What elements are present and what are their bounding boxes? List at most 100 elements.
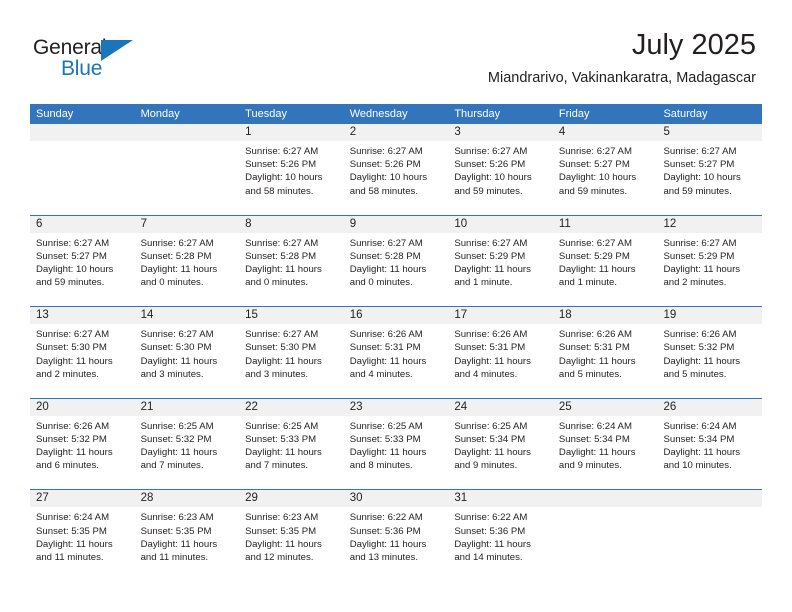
daylight-text-line1: Daylight: 10 hours bbox=[349, 172, 428, 184]
day-cell[interactable]: 24 Sunrise: 6:25 AM Sunset: 5:34 PM Dayligh… bbox=[448, 398, 553, 490]
sunrise-text: Sunrise: 6:27 AM bbox=[663, 237, 737, 249]
daylight-text-line2: and 3 minutes. bbox=[245, 368, 309, 380]
generalblue-logo: General Blue bbox=[33, 36, 163, 84]
weekday-wednesday: Wednesday bbox=[349, 108, 408, 120]
day-details: Sunrise: 6:22 AM Sunset: 5:36 PM Daylight:… bbox=[448, 507, 553, 564]
day-number: 23 bbox=[343, 398, 449, 416]
day-cell[interactable]: 15 Sunrise: 6:27 AM Sunset: 5:30 PM Dayligh… bbox=[239, 307, 344, 398]
day-number: 31 bbox=[448, 490, 553, 508]
day-cell[interactable]: 23 Sunrise: 6:25 AM Sunset: 5:33 PM Dayligh… bbox=[343, 398, 449, 490]
calendar-grid: Sunday Monday Tuesday Wednesday Thursday… bbox=[30, 104, 763, 582]
day-cell[interactable]: 10 Sunrise: 6:27 AM Sunset: 5:29 PM Dayligh… bbox=[448, 215, 553, 307]
daylight-text-line1: Daylight: 11 hours bbox=[349, 447, 427, 459]
day-details: Sunrise: 6:27 AM Sunset: 5:27 PM Daylight:… bbox=[30, 233, 135, 290]
sunrise-text: Sunrise: 6:27 AM bbox=[140, 329, 214, 341]
day-cell[interactable]: 18 Sunrise: 6:26 AM Sunset: 5:31 PM Dayligh… bbox=[552, 307, 658, 398]
day-number: 18 bbox=[552, 307, 658, 325]
daylight-text-line1: Daylight: 11 hours bbox=[663, 447, 741, 459]
day-details: Sunrise: 6:26 AM Sunset: 5:32 PM Daylight:… bbox=[657, 324, 762, 381]
sunrise-text: Sunrise: 6:22 AM bbox=[349, 512, 423, 524]
sunset-text: Sunset: 5:26 PM bbox=[454, 159, 526, 171]
sunrise-text: Sunrise: 6:27 AM bbox=[140, 237, 214, 249]
day-details: Sunrise: 6:23 AM Sunset: 5:35 PM Daylight:… bbox=[239, 507, 344, 564]
day-details: Sunrise: 6:27 AM Sunset: 5:28 PM Daylight:… bbox=[135, 233, 240, 290]
day-cell[interactable]: 20 Sunrise: 6:26 AM Sunset: 5:32 PM Dayligh… bbox=[30, 398, 135, 490]
sunset-text: Sunset: 5:36 PM bbox=[454, 525, 526, 537]
sunset-text: Sunset: 5:29 PM bbox=[558, 250, 630, 262]
day-details: Sunrise: 6:24 AM Sunset: 5:34 PM Daylight:… bbox=[553, 416, 658, 473]
day-cell[interactable]: 4 Sunrise: 6:27 AM Sunset: 5:27 PM Daylight… bbox=[552, 124, 658, 215]
day-number: 28 bbox=[134, 490, 240, 508]
day-cell[interactable]: 22 Sunrise: 6:25 AM Sunset: 5:33 PM Dayligh… bbox=[239, 398, 344, 490]
title-block: July 2025 Miandrarivo, Vakinankaratra, M… bbox=[488, 28, 756, 88]
logo-text-blue: Blue bbox=[61, 57, 103, 80]
day-number: 15 bbox=[239, 307, 344, 325]
day-cell[interactable]: 28 Sunrise: 6:23 AM Sunset: 5:35 PM Dayligh… bbox=[134, 490, 240, 582]
day-cell[interactable]: 1 Sunrise: 6:27 AM Sunset: 5:26 PM Daylight… bbox=[239, 124, 344, 215]
daylight-text-line2: and 3 minutes. bbox=[140, 368, 204, 380]
sunset-text: Sunset: 5:28 PM bbox=[140, 250, 212, 262]
daylight-text-line1: Daylight: 11 hours bbox=[140, 355, 218, 367]
day-cell[interactable]: 6 Sunrise: 6:27 AM Sunset: 5:27 PM Daylight… bbox=[30, 215, 135, 307]
day-number: 8 bbox=[239, 215, 344, 233]
sunrise-text: Sunrise: 6:26 AM bbox=[36, 420, 110, 432]
sunrise-text: Sunrise: 6:27 AM bbox=[663, 146, 737, 157]
daylight-text-line1: Daylight: 11 hours bbox=[245, 447, 322, 459]
day-details: Sunrise: 6:27 AM Sunset: 5:26 PM Daylight:… bbox=[344, 141, 449, 198]
day-number: 4 bbox=[552, 124, 658, 141]
day-cell[interactable]: 21 Sunrise: 6:25 AM Sunset: 5:32 PM Dayligh… bbox=[134, 398, 240, 490]
day-cell[interactable]: 19 Sunrise: 6:26 AM Sunset: 5:32 PM Dayligh… bbox=[657, 307, 763, 398]
day-cell[interactable]: 14 Sunrise: 6:27 AM Sunset: 5:30 PM Dayligh… bbox=[134, 307, 240, 398]
day-number bbox=[657, 490, 763, 508]
day-cell[interactable]: 7 Sunrise: 6:27 AM Sunset: 5:28 PM Daylight… bbox=[134, 215, 240, 307]
weekday-friday: Friday bbox=[558, 108, 590, 120]
sunset-text: Sunset: 5:28 PM bbox=[349, 250, 421, 262]
day-cell[interactable]: 27 Sunrise: 6:24 AM Sunset: 5:35 PM Dayligh… bbox=[30, 490, 135, 582]
sunrise-text: Sunrise: 6:24 AM bbox=[558, 420, 632, 432]
daylight-text-line1: Daylight: 11 hours bbox=[140, 447, 218, 459]
day-cell[interactable]: 25 Sunrise: 6:24 AM Sunset: 5:34 PM Dayligh… bbox=[552, 398, 658, 490]
day-cell[interactable]: 30 Sunrise: 6:22 AM Sunset: 5:36 PM Dayligh… bbox=[343, 490, 449, 582]
day-cell[interactable]: 9 Sunrise: 6:27 AM Sunset: 5:28 PM Daylight… bbox=[343, 215, 449, 307]
day-cell[interactable]: 29 Sunrise: 6:23 AM Sunset: 5:35 PM Dayligh… bbox=[239, 490, 344, 582]
day-cell[interactable]: 11 Sunrise: 6:27 AM Sunset: 5:29 PM Dayligh… bbox=[552, 215, 658, 307]
day-cell[interactable]: 31 Sunrise: 6:22 AM Sunset: 5:36 PM Dayligh… bbox=[448, 490, 553, 582]
day-cell[interactable]: 3 Sunrise: 6:27 AM Sunset: 5:26 PM Daylight… bbox=[448, 124, 553, 215]
day-cell[interactable]: 5 Sunrise: 6:27 AM Sunset: 5:27 PM Daylight… bbox=[657, 124, 763, 215]
day-cell[interactable]: 26 Sunrise: 6:24 AM Sunset: 5:34 PM Dayligh… bbox=[657, 398, 763, 490]
daylight-text-line2: and 5 minutes. bbox=[558, 368, 622, 380]
daylight-text-line2: and 8 minutes. bbox=[349, 460, 413, 472]
daylight-text-line2: and 10 minutes. bbox=[663, 460, 732, 472]
daylight-text-line1: Daylight: 11 hours bbox=[140, 264, 218, 275]
page-title: July 2025 bbox=[631, 29, 756, 61]
sunrise-text: Sunrise: 6:24 AM bbox=[36, 512, 110, 524]
daylight-text-line2: and 12 minutes. bbox=[245, 551, 314, 563]
daylight-text-line1: Daylight: 11 hours bbox=[349, 264, 427, 275]
daylight-text-line1: Daylight: 11 hours bbox=[36, 447, 113, 459]
sunrise-text: Sunrise: 6:27 AM bbox=[245, 146, 319, 157]
day-cell[interactable]: 12 Sunrise: 6:27 AM Sunset: 5:29 PM Dayligh… bbox=[657, 215, 763, 307]
day-number: 16 bbox=[343, 307, 449, 325]
daylight-text-line2: and 5 minutes. bbox=[663, 368, 727, 380]
daylight-text-line2: and 1 minute. bbox=[558, 277, 618, 289]
calendar-week-row: 27 Sunrise: 6:24 AM Sunset: 5:35 PM Dayligh… bbox=[30, 490, 763, 582]
day-cell[interactable]: 17 Sunrise: 6:26 AM Sunset: 5:31 PM Dayligh… bbox=[448, 307, 553, 398]
day-cell[interactable]: 13 Sunrise: 6:27 AM Sunset: 5:30 PM Dayligh… bbox=[30, 307, 135, 398]
daylight-text-line2: and 58 minutes. bbox=[349, 185, 419, 197]
day-number: 22 bbox=[239, 398, 344, 416]
day-details: Sunrise: 6:26 AM Sunset: 5:31 PM Daylight:… bbox=[344, 324, 449, 381]
day-details: Sunrise: 6:27 AM Sunset: 5:27 PM Daylight:… bbox=[553, 141, 658, 198]
daylight-text-line2: and 0 minutes. bbox=[349, 277, 413, 289]
daylight-text-line2: and 4 minutes. bbox=[454, 368, 518, 380]
day-cell-empty bbox=[552, 490, 658, 582]
sunset-text: Sunset: 5:28 PM bbox=[245, 250, 317, 262]
sunrise-text: Sunrise: 6:26 AM bbox=[349, 329, 423, 341]
sunrise-text: Sunrise: 6:27 AM bbox=[245, 329, 319, 341]
day-number: 26 bbox=[657, 398, 763, 416]
weekday-saturday: Saturday bbox=[663, 108, 708, 120]
day-cell[interactable]: 16 Sunrise: 6:26 AM Sunset: 5:31 PM Dayligh… bbox=[343, 307, 449, 398]
day-cell[interactable]: 8 Sunrise: 6:27 AM Sunset: 5:28 PM Daylight… bbox=[239, 215, 344, 307]
weekday-thursday: Thursday bbox=[454, 108, 501, 120]
sunrise-text: Sunrise: 6:27 AM bbox=[558, 146, 632, 157]
day-cell[interactable]: 2 Sunrise: 6:27 AM Sunset: 5:26 PM Daylight… bbox=[343, 124, 449, 215]
